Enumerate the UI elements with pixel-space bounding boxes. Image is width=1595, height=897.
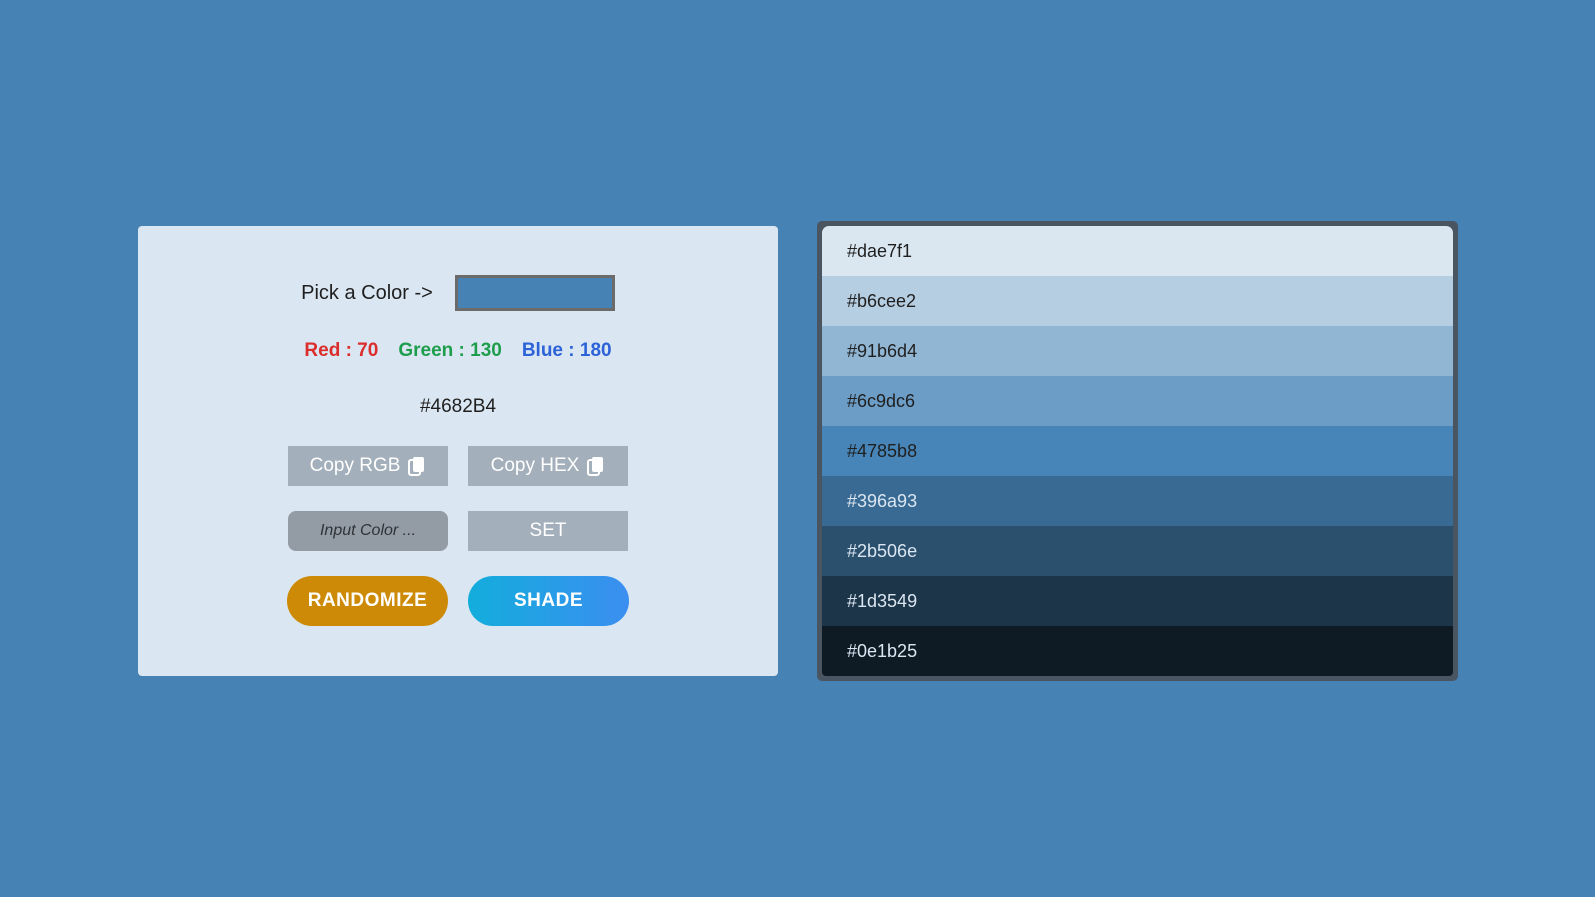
red-value: Red : 70 — [304, 340, 379, 361]
color-picker-input[interactable] — [454, 275, 615, 311]
action-buttons-row: RANDOMIZE SHADE — [138, 576, 778, 626]
shade-item[interactable]: #1d3549 — [822, 576, 1453, 626]
blue-value: Blue : 180 — [521, 340, 612, 361]
copy-rgb-label: Copy RGB — [309, 455, 401, 476]
color-controls-card: Pick a Color -> Red : 70 Green : 130 Blu… — [138, 226, 778, 676]
rgb-values: Red : 70 Green : 130 Blue : 180 — [138, 340, 778, 362]
shade-item[interactable]: #2b506e — [822, 526, 1453, 576]
app-root: Pick a Color -> Red : 70 Green : 130 Blu… — [0, 0, 1595, 897]
shade-hex-label: #6c9dc6 — [847, 390, 916, 411]
shades-panel: #dae7f1 #b6cee2 #91b6d4 #6c9dc6 #4785b8 #396a… — [817, 221, 1458, 681]
shade-item[interactable]: #4785b8 — [822, 426, 1453, 476]
shade-hex-label: #dae7f1 — [847, 240, 913, 261]
color-text-input[interactable] — [288, 511, 448, 551]
shade-item[interactable]: #91b6d4 — [822, 326, 1453, 376]
copy-buttons-row: Copy RGB Copy HEX — [138, 446, 778, 486]
shade-hex-label: #1d3549 — [847, 590, 918, 611]
shade-hex-label: #2b506e — [847, 540, 918, 561]
shade-item[interactable]: #6c9dc6 — [822, 376, 1453, 426]
shade-hex-label: #4785b8 — [847, 440, 918, 461]
randomize-button[interactable]: RANDOMIZE — [287, 576, 448, 626]
pick-color-row: Pick a Color -> — [138, 275, 778, 311]
copy-hex-label: Copy HEX — [490, 455, 580, 476]
hex-value: #4682B4 — [419, 396, 497, 417]
shade-hex-label: #b6cee2 — [847, 290, 917, 311]
shades-list: #dae7f1 #b6cee2 #91b6d4 #6c9dc6 #4785b8 #396a… — [822, 226, 1453, 676]
shade-hex-label: #396a93 — [847, 490, 918, 511]
copy-icon — [587, 456, 605, 476]
shade-item[interactable]: #396a93 — [822, 476, 1453, 526]
pick-color-label: Pick a Color -> — [301, 281, 433, 304]
copy-rgb-button[interactable]: Copy RGB — [288, 446, 448, 486]
copy-icon — [408, 456, 426, 476]
shade-item[interactable]: #0e1b25 — [822, 626, 1453, 676]
green-value: Green : 130 — [398, 340, 502, 361]
shade-button[interactable]: SHADE — [468, 576, 629, 626]
shade-item[interactable]: #b6cee2 — [822, 276, 1453, 326]
shade-item[interactable]: #dae7f1 — [822, 226, 1453, 276]
copy-hex-button[interactable]: Copy HEX — [468, 446, 628, 486]
set-button[interactable]: SET — [468, 511, 628, 551]
shade-hex-label: #0e1b25 — [847, 640, 918, 661]
shade-hex-label: #91b6d4 — [847, 340, 918, 361]
input-color-row: SET — [138, 511, 778, 551]
